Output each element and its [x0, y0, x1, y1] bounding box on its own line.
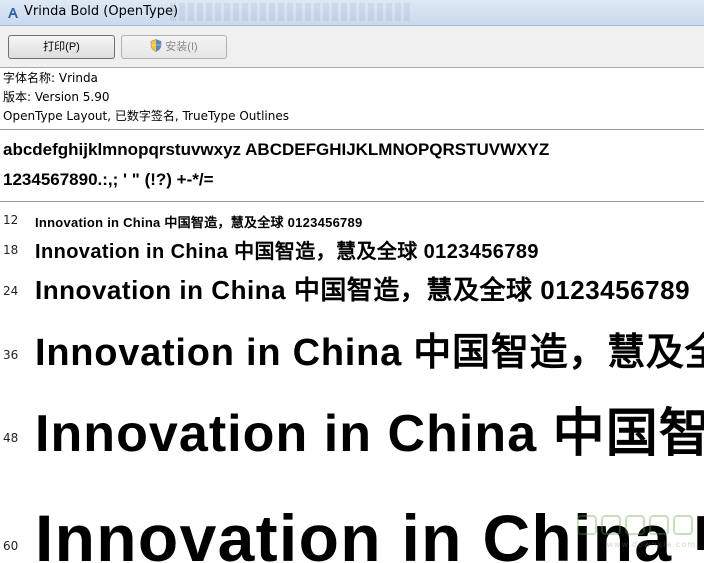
font-name-label: 字体名称: Vrinda — [3, 71, 98, 85]
charset-digits-symbols: 1234567890.:,; ' " (!?) +-*/= — [3, 170, 214, 189]
sample-text: Innovation in China 中国智造，慧及全球 0123456789 — [35, 332, 704, 374]
install-button[interactable]: 安装(I) — [121, 35, 227, 59]
sample-row-18: 18 Innovation in China 中国智造，慧及全球 0123456… — [0, 233, 704, 263]
sample-row-24: 24 Innovation in China 中国智造，慧及全球 0123456… — [0, 267, 704, 307]
font-icon — [8, 8, 18, 18]
print-button-label: 打印(P) — [43, 41, 80, 53]
sample-size-label: 48 — [3, 431, 19, 445]
toolbar: 打印(P) 安装(I) — [0, 26, 704, 68]
sample-size-label: 18 — [3, 243, 19, 257]
sample-size-label: 12 — [3, 213, 19, 227]
font-features-label: OpenType Layout, 已数字签名, TrueType Outline… — [3, 109, 290, 123]
sample-size-label: 24 — [3, 284, 19, 298]
font-samples: 12 Innovation in China 中国智造，慧及全球 0123456… — [0, 203, 704, 563]
sample-text: Innovation in China 中国智造，慧及全球 0123456789 — [35, 405, 704, 463]
shield-icon — [150, 39, 162, 52]
window-title: Vrinda Bold (OpenType) — [24, 4, 179, 19]
title-bar-fade — [170, 3, 410, 21]
sample-row-48: 48 Innovation in China 中国智造，慧及全球 0123456… — [0, 383, 704, 463]
title-bar: Vrinda Bold (OpenType) — [0, 0, 704, 26]
print-button[interactable]: 打印(P) — [8, 35, 115, 59]
font-version-label: 版本: Version 5.90 — [3, 90, 110, 104]
sample-row-36: 36 Innovation in China 中国智造，慧及全球 0123456… — [0, 315, 704, 375]
install-button-label: 安装(I) — [165, 41, 198, 53]
sample-text: Innovation in China 中国智造，慧及全球 0123456789 — [35, 241, 539, 263]
sample-text: Innovation in China 中国智造，慧及全球 0123456789 — [35, 215, 363, 230]
character-set: abcdefghijklmnopqrstuvwxyz ABCDEFGHIJKLM… — [0, 130, 704, 202]
sample-text: Innovation in China 中国智造，慧及全球 0123456789 — [35, 275, 691, 305]
sample-text: Innovation in China 中国智造，慧及全球 0123456789 — [35, 501, 704, 563]
sample-row-60: 60 Innovation in China 中国智造，慧及全球 0123456… — [0, 473, 704, 563]
charset-letters: abcdefghijklmnopqrstuvwxyz ABCDEFGHIJKLM… — [3, 140, 550, 159]
sample-size-label: 60 — [3, 539, 19, 553]
font-info: 字体名称: Vrinda 版本: Version 5.90 OpenType L… — [0, 68, 704, 130]
sample-row-12: 12 Innovation in China 中国智造，慧及全球 0123456… — [0, 210, 704, 230]
sample-size-label: 36 — [3, 348, 19, 362]
